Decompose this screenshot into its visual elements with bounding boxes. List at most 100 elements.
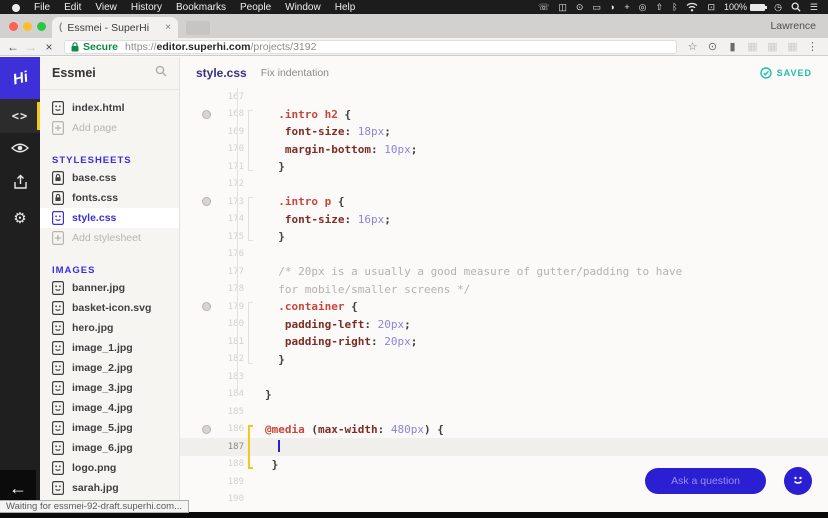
ask-question-button[interactable]: Ask a question [645, 468, 766, 494]
menu-item-file[interactable]: File [34, 2, 50, 13]
code-line-179[interactable]: 179 .container { [180, 298, 828, 316]
sidebar-item-image-1-jpg[interactable]: image_1.jpg [40, 338, 179, 358]
fold-toggle-icon[interactable] [201, 197, 211, 207]
sidebar-item-hero-jpg[interactable]: hero.jpg [40, 318, 179, 338]
menu-item-people[interactable]: People [240, 2, 271, 13]
sidebar-item-style-css[interactable]: style.css [40, 208, 179, 228]
share-icon[interactable]: ⇧ [656, 2, 664, 12]
sidebar-item-image-3-jpg[interactable]: image_3.jpg [40, 378, 179, 398]
window-zoom-button[interactable] [37, 22, 46, 31]
code-line-170[interactable]: 170 margin-bottom: 10px; [180, 141, 828, 159]
sidebar-item-add-stylesheet[interactable]: Add stylesheet [40, 228, 179, 248]
menu-kebab-icon[interactable]: ⋮ [805, 40, 820, 53]
sidebar-item-image-6-jpg[interactable]: image_6.jpg [40, 438, 179, 458]
superhi-editor-app: Hi <> ⚙ Essmei index.html Add page STYLESH… [0, 57, 828, 511]
info-circle-icon[interactable]: ⊙ [576, 2, 584, 12]
code-line-178[interactable]: 178 for mobile/smaller screens */ [180, 281, 828, 299]
window-minimize-button[interactable] [23, 22, 32, 31]
code-line-184[interactable]: 184} [180, 386, 828, 404]
code-line-185[interactable]: 185 [180, 403, 828, 421]
apple-icon[interactable] [12, 1, 24, 12]
code-line-180[interactable]: 180 padding-left: 20px; [180, 316, 828, 334]
sidebar-item-fonts-css[interactable]: fonts.css [40, 188, 179, 208]
smiley-file-icon [52, 281, 64, 295]
phone-icon[interactable]: ☏ [538, 2, 549, 12]
editor-header: style.css Fix indentation SAVED [180, 57, 828, 88]
sidebar-item-logo-png[interactable]: logo.png [40, 458, 179, 478]
menu-item-help[interactable]: Help [335, 2, 356, 13]
menu-item-window[interactable]: Window [285, 2, 321, 13]
code-line-176[interactable]: 176 [180, 246, 828, 264]
fold-toggle-icon[interactable] [201, 302, 211, 312]
code-line-171[interactable]: 171 } [180, 158, 828, 176]
line-number: 174 [227, 214, 244, 225]
text-cursor [278, 440, 281, 453]
video-camera-icon[interactable]: ◫ [558, 2, 567, 12]
sidebar-item-index-html[interactable]: index.html [40, 98, 179, 118]
tab-close-icon[interactable]: × [165, 22, 171, 33]
fold-toggle-icon[interactable] [201, 109, 211, 119]
code-line-169[interactable]: 169 font-size: 18px; [180, 123, 828, 141]
menu-item-view[interactable]: View [95, 2, 117, 13]
extension-faded-1-icon[interactable]: ▦ [745, 40, 760, 53]
new-tab-button[interactable] [186, 21, 210, 35]
code-line-174[interactable]: 174 font-size: 16px; [180, 211, 828, 229]
circle-icon[interactable]: ◎ [639, 2, 647, 12]
address-bar[interactable]: Secure https://editor.superhi.com/projec… [64, 39, 677, 54]
sidebar-item-base-css[interactable]: base.css [40, 168, 179, 188]
battery-indicator[interactable]: 100% [724, 2, 768, 12]
sidebar-item-sarah-jpg[interactable]: sarah.jpg [40, 478, 179, 498]
menu-item-bookmarks[interactable]: Bookmarks [176, 2, 226, 13]
sidebar-item-image-2-jpg[interactable]: image_2.jpg [40, 358, 179, 378]
extension-circle-icon[interactable]: ⊙ [705, 40, 720, 53]
menu-item-history[interactable]: History [131, 2, 162, 13]
fix-indentation-button[interactable]: Fix indentation [261, 67, 329, 79]
sidebar-item-basket-icon-svg[interactable]: basket-icon.svg [40, 298, 179, 318]
settings-button[interactable]: ⚙ [0, 201, 40, 235]
help-chat-button[interactable] [784, 467, 812, 495]
sidebar-item-banner-jpg[interactable]: banner.jpg [40, 278, 179, 298]
code-line-187[interactable]: 187 [180, 438, 828, 456]
plus-icon[interactable]: + [624, 2, 629, 12]
code-line-181[interactable]: 181 padding-right: 20px; [180, 333, 828, 351]
code-line-168[interactable]: 168 .intro h2 { [180, 106, 828, 124]
publish-button[interactable] [0, 167, 40, 201]
code-line-167[interactable]: 167 [180, 88, 828, 106]
window-icon[interactable]: ▭ [592, 2, 601, 12]
extension-bar-icon[interactable]: ▮ [725, 40, 740, 53]
code-line-172[interactable]: 172 [180, 176, 828, 194]
clock-icon[interactable]: ◷ [774, 2, 782, 12]
window-close-button[interactable] [9, 22, 18, 31]
code-editor[interactable]: 167 168 .intro h2 {169 font-size: 18px; 17… [180, 88, 828, 511]
spotlight-search-icon[interactable] [791, 2, 801, 12]
extension-faded-2-icon[interactable]: ▦ [765, 40, 780, 53]
preview-button[interactable] [0, 133, 40, 167]
superhi-logo[interactable]: Hi [0, 57, 40, 99]
smiley-file-icon [52, 401, 64, 415]
stop-button[interactable]: × [40, 40, 58, 54]
menu-item-edit[interactable]: Edit [64, 2, 81, 13]
code-line-175[interactable]: 175 } [180, 228, 828, 246]
display-icon[interactable]: ⊡ [707, 2, 715, 12]
notification-menu-icon[interactable]: ☰ [810, 2, 818, 12]
bookmark-star-icon[interactable]: ☆ [685, 40, 700, 53]
search-icon[interactable] [155, 64, 167, 82]
code-line-182[interactable]: 182 } [180, 351, 828, 369]
code-view-button[interactable]: <> [0, 99, 40, 133]
browser-profile-name[interactable]: Lawrence [770, 20, 816, 32]
forward-button[interactable]: → [22, 40, 40, 54]
sidebar-item-image-5-jpg[interactable]: image_5.jpg [40, 418, 179, 438]
code-line-183[interactable]: 183 [180, 368, 828, 386]
droplet-icon[interactable]: ◗ [610, 2, 615, 12]
fold-toggle-icon[interactable] [201, 424, 211, 434]
sidebar-item-add-page[interactable]: Add page [40, 118, 179, 138]
browser-tab[interactable]: ( Essmei - SuperHi × [52, 17, 178, 38]
code-line-177[interactable]: 177 /* 20px is a usually a good measure … [180, 263, 828, 281]
code-line-173[interactable]: 173 .intro p { [180, 193, 828, 211]
back-button[interactable]: ← [4, 40, 22, 54]
sidebar-item-image-4-jpg[interactable]: image_4.jpg [40, 398, 179, 418]
wifi-icon[interactable] [686, 2, 698, 12]
extension-faded-3-icon[interactable]: ▦ [785, 40, 800, 53]
bluetooth-icon[interactable]: ᛒ [672, 2, 677, 12]
code-line-186[interactable]: 186 @media (max-width: 480px) { [180, 421, 828, 439]
